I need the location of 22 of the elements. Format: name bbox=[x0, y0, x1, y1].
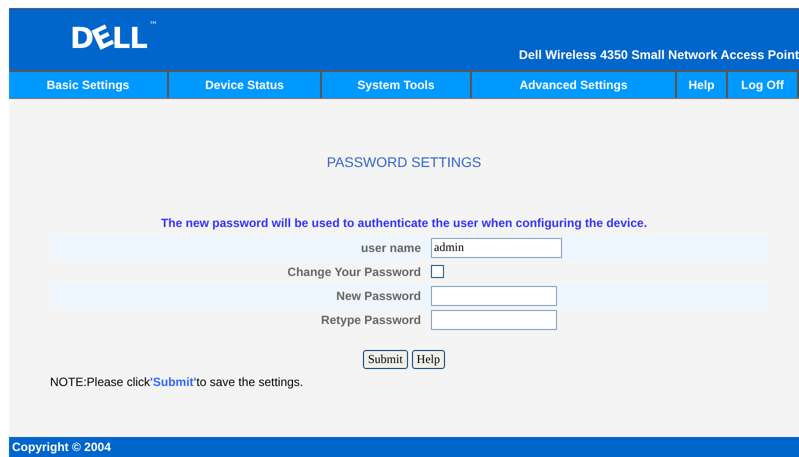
password-field[interactable] bbox=[431, 310, 557, 330]
nav-item[interactable]: Advanced Settings bbox=[472, 72, 677, 98]
product-name: Dell Wireless 4350 Small Network Access Point bbox=[518, 48, 799, 62]
field-label: New Password bbox=[335, 288, 422, 302]
nav-item[interactable]: Help bbox=[677, 72, 728, 98]
submit-button[interactable]: Submit bbox=[362, 350, 408, 369]
password-field[interactable] bbox=[431, 286, 557, 306]
nav-item[interactable]: Log Off bbox=[728, 72, 799, 98]
help-button[interactable]: Help bbox=[412, 350, 445, 369]
nav-item[interactable]: System Tools bbox=[322, 72, 472, 98]
note-text: NOTE:Please click'Submit'to save the settings. bbox=[50, 375, 304, 389]
page-title: PASSWORD SETTINGS bbox=[326, 154, 482, 170]
intro-text: The new password will be used to authenticate the user when configuring the device. bbox=[160, 216, 648, 230]
nav-item[interactable]: Device Status bbox=[169, 72, 322, 98]
field-label: user name bbox=[360, 240, 422, 254]
field-label: Retype Password bbox=[320, 312, 422, 326]
username-field[interactable]: admin bbox=[431, 238, 562, 258]
dell-logo: DELL™ bbox=[70, 21, 157, 55]
footer-bar: Copyright © 2004 bbox=[9, 437, 799, 457]
checkbox[interactable] bbox=[431, 265, 444, 278]
nav-item[interactable]: Basic Settings bbox=[9, 72, 169, 98]
field-label: Change Your Password bbox=[286, 264, 422, 278]
